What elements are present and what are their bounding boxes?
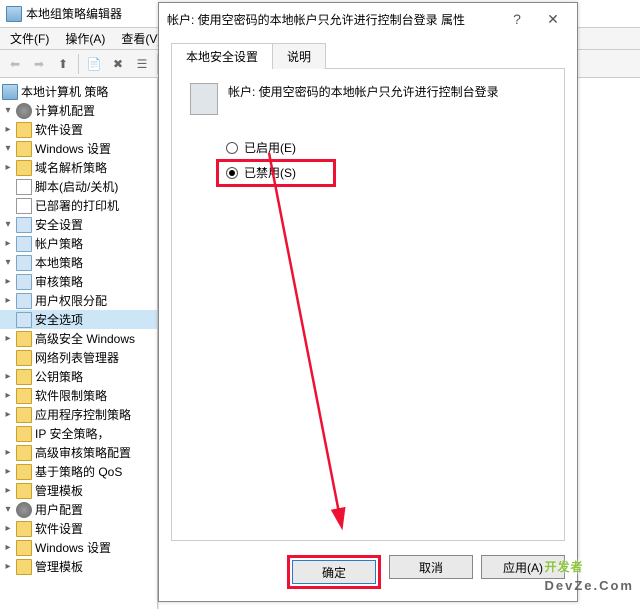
- tree-item[interactable]: ▸公钥策略: [0, 367, 157, 386]
- dialog-titlebar: 帐户: 使用空密码的本地帐户只允许进行控制台登录 属性 ? ✕: [159, 3, 577, 35]
- tree-item[interactable]: ▾用户配置: [0, 500, 157, 519]
- help-icon[interactable]: ?: [499, 5, 535, 33]
- tree-item[interactable]: 网络列表管理器: [0, 348, 157, 367]
- tree-item[interactable]: ▾安全设置: [0, 215, 157, 234]
- apply-button[interactable]: 应用(A): [481, 555, 565, 579]
- cancel-button[interactable]: 取消: [389, 555, 473, 579]
- tree-item[interactable]: 脚本(启动/关机): [0, 177, 157, 196]
- tree-pane[interactable]: 本地计算机 策略 ▾计算机配置 ▸软件设置 ▾Windows 设置 ▸域名解析策…: [0, 78, 158, 609]
- tree-item[interactable]: ▸Windows 设置: [0, 538, 157, 557]
- tree-item[interactable]: ▾Windows 设置: [0, 139, 157, 158]
- tree-item[interactable]: ▸域名解析策略: [0, 158, 157, 177]
- tree-item[interactable]: ▸软件限制策略: [0, 386, 157, 405]
- radio-disabled-label: 已禁用(S): [244, 164, 296, 181]
- tree-item[interactable]: ▸管理模板: [0, 557, 157, 576]
- tree-item[interactable]: ▸帐户策略: [0, 234, 157, 253]
- tree-item[interactable]: ▸用户权限分配: [0, 291, 157, 310]
- forward-icon: ➡: [28, 53, 50, 75]
- policy-tree: 本地计算机 策略 ▾计算机配置 ▸软件设置 ▾Windows 设置 ▸域名解析策…: [0, 82, 157, 576]
- dialog-body: 本地安全设置 说明 帐户: 使用空密码的本地帐户只允许进行控制台登录 已启用(E…: [159, 35, 577, 545]
- properties-icon[interactable]: ☰: [131, 53, 153, 75]
- annotation-ok-highlight: 确定: [287, 555, 381, 589]
- radio-disabled[interactable]: 已禁用(S): [226, 164, 546, 181]
- shortcut-icon[interactable]: 📄: [83, 53, 105, 75]
- menu-action[interactable]: 操作(A): [57, 28, 113, 49]
- tree-item[interactable]: ▸审核策略: [0, 272, 157, 291]
- radio-enabled-label: 已启用(E): [244, 139, 296, 156]
- tree-item[interactable]: 已部署的打印机: [0, 196, 157, 215]
- policy-description-row: 帐户: 使用空密码的本地帐户只允许进行控制台登录: [190, 83, 546, 115]
- policy-icon: [190, 83, 218, 115]
- tree-item[interactable]: ▸软件设置: [0, 120, 157, 139]
- toolbar-sep: [78, 54, 79, 74]
- close-icon[interactable]: ✕: [535, 5, 571, 33]
- main-title: 本地组策略编辑器: [26, 5, 122, 22]
- tree-item[interactable]: ▸基于策略的 QoS: [0, 462, 157, 481]
- menu-file[interactable]: 文件(F): [2, 28, 57, 49]
- app-icon: [6, 6, 22, 22]
- ok-button[interactable]: 确定: [292, 560, 376, 584]
- tab-content: 帐户: 使用空密码的本地帐户只允许进行控制台登录 已启用(E) 已禁用(S): [171, 69, 565, 541]
- tree-item[interactable]: IP 安全策略，: [0, 424, 157, 443]
- back-icon: ⬅: [4, 53, 26, 75]
- delete-icon[interactable]: ✖: [107, 53, 129, 75]
- radio-icon: [226, 167, 238, 179]
- tree-item[interactable]: ▾本地策略: [0, 253, 157, 272]
- tree-item[interactable]: ▾计算机配置: [0, 101, 157, 120]
- tree-item[interactable]: ▸高级审核策略配置: [0, 443, 157, 462]
- properties-dialog: 帐户: 使用空密码的本地帐户只允许进行控制台登录 属性 ? ✕ 本地安全设置 说…: [158, 2, 578, 602]
- tree-item-selected[interactable]: 安全选项: [0, 310, 157, 329]
- up-icon[interactable]: ⬆: [52, 53, 74, 75]
- tree-item[interactable]: ▸管理模板: [0, 481, 157, 500]
- dialog-button-row: 确定 取消 应用(A): [159, 545, 577, 601]
- dialog-title: 帐户: 使用空密码的本地帐户只允许进行控制台登录 属性: [165, 11, 499, 28]
- radio-icon: [226, 142, 238, 154]
- radio-enabled[interactable]: 已启用(E): [226, 139, 546, 156]
- tab-explain[interactable]: 说明: [272, 43, 326, 69]
- tree-root[interactable]: 本地计算机 策略: [0, 82, 157, 101]
- policy-description: 帐户: 使用空密码的本地帐户只允许进行控制台登录: [228, 83, 499, 100]
- dialog-tabs: 本地安全设置 说明: [171, 43, 565, 69]
- tree-item[interactable]: ▸高级安全 Windows: [0, 329, 157, 348]
- tree-item[interactable]: ▸软件设置: [0, 519, 157, 538]
- tree-item[interactable]: ▸应用程序控制策略: [0, 405, 157, 424]
- tab-local-security[interactable]: 本地安全设置: [171, 43, 273, 69]
